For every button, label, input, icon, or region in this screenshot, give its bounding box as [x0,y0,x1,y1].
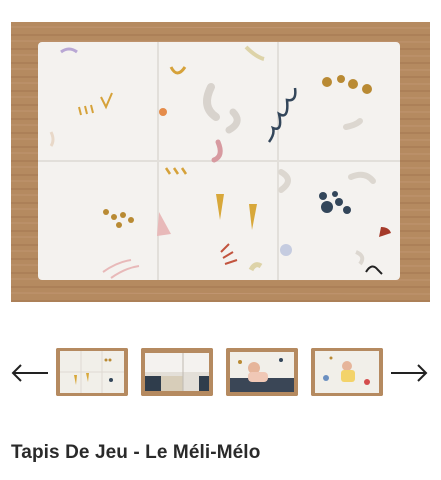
previous-image-button[interactable] [10,360,50,386]
thumbnail-4[interactable] [311,348,383,396]
next-image-button[interactable] [389,360,429,386]
thumbnail-1[interactable] [56,348,128,396]
product-title: Tapis De Jeu - Le Méli-Mélo [11,442,261,463]
thumbnail-strip [56,348,383,396]
main-product-image[interactable] [11,22,430,302]
thumbnail-3[interactable] [226,348,298,396]
thumbnail-2[interactable] [141,348,213,396]
arrow-right-icon [391,364,428,382]
arrow-left-icon [11,364,48,382]
